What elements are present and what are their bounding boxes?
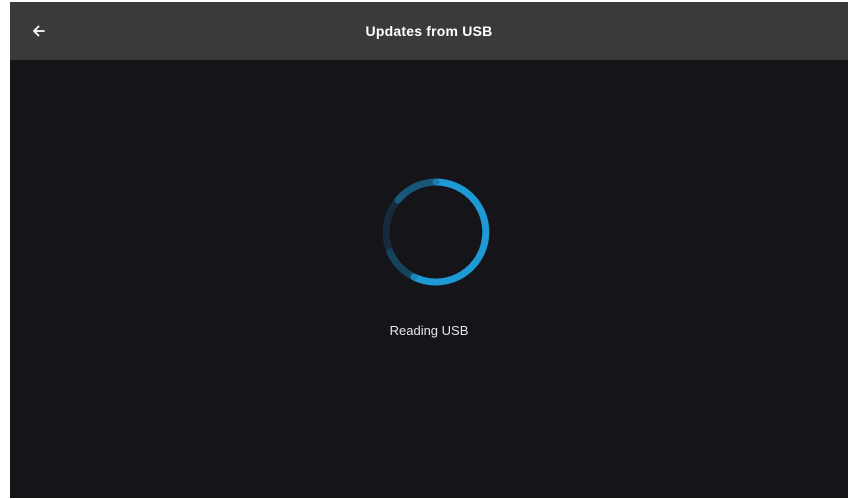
top-bar: Updates from USB (10, 2, 848, 60)
back-button[interactable] (24, 16, 54, 46)
status-text: Reading USB (389, 323, 469, 338)
screen: Updates from USB Reading USB (10, 2, 848, 498)
arrow-left-icon (33, 25, 45, 37)
page-title: Updates from USB (365, 23, 493, 39)
loading-spinner-icon (382, 178, 490, 286)
